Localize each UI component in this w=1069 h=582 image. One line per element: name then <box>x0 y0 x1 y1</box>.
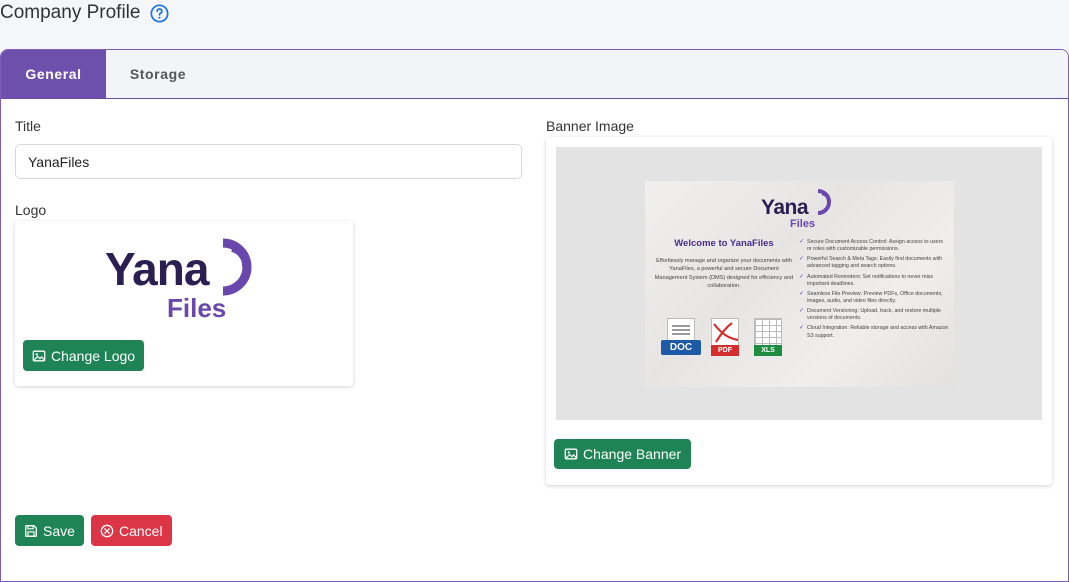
pdf-badge: PDF <box>711 345 739 356</box>
x-circle-icon <box>100 524 114 537</box>
feature-item: ✓ Cloud Integration: Reliable storage and… <box>799 325 949 339</box>
check-circle-icon: ✓ <box>799 290 805 297</box>
logo-label: Logo <box>15 202 47 218</box>
banner-intro: Effortlessly manage and organize your do… <box>654 258 794 290</box>
banner-card: Yana Files Welcome to YanaFiles Effortle… <box>546 137 1052 485</box>
check-circle-icon: ✓ <box>799 256 805 263</box>
check-circle-icon: ✓ <box>799 239 805 245</box>
save-label: Save <box>43 522 75 539</box>
check-circle-icon: ✓ <box>799 325 805 332</box>
xls-badge: XLS <box>754 345 782 356</box>
question-circle-icon[interactable] <box>150 3 169 23</box>
logo-card: Yana Files Change Logo <box>15 221 353 386</box>
banner-welcome: Welcome to YanaFiles <box>674 238 774 249</box>
banner-image: Yana Files Welcome to YanaFiles Effortle… <box>645 181 954 387</box>
banner-brand-sub: Files <box>790 218 816 230</box>
banner-label: Banner Image <box>546 118 634 134</box>
change-banner-label: Change Banner <box>583 446 682 462</box>
doc-file-icon: DOC <box>661 318 701 358</box>
banner-features: ✓ Secure Document Access Control: Assign … <box>799 239 949 340</box>
profile-panel: General Storage Title Logo Yana Files Ch… <box>0 49 1069 582</box>
logo-word: Yana <box>105 243 209 295</box>
floppy-disk-icon <box>25 524 37 537</box>
image-icon <box>564 448 578 460</box>
save-button[interactable]: Save <box>15 515 84 546</box>
change-banner-button[interactable]: Change Banner <box>554 439 692 469</box>
pdf-file-icon: PDF <box>708 318 742 358</box>
feature-item: ✓ Secure Document Access Control: Assign … <box>799 239 944 253</box>
title-input[interactable] <box>15 144 522 179</box>
company-logo: Yana Files <box>105 233 275 323</box>
change-logo-label: Change Logo <box>51 347 136 364</box>
banner-preview: Yana Files Welcome to YanaFiles Effortle… <box>556 147 1042 420</box>
tab-bar: General Storage <box>1 50 1068 99</box>
feature-item: ✓ Powerful Search & Meta Tags: Easily fin… <box>799 256 943 270</box>
check-circle-icon: ✓ <box>799 273 805 280</box>
feature-item: ✓ Document Versioning: Upload, track, and… <box>799 308 941 322</box>
banner-brand-word: Yana <box>761 196 809 219</box>
tab-storage[interactable]: Storage <box>106 50 210 98</box>
page-title: Company Profile <box>0 2 141 23</box>
change-logo-button[interactable]: Change Logo <box>23 340 145 371</box>
image-icon <box>32 350 46 361</box>
cancel-button[interactable]: Cancel <box>91 515 172 546</box>
check-circle-icon: ✓ <box>799 308 805 315</box>
tab-general[interactable]: General <box>1 50 106 98</box>
xls-file-icon: XLS <box>751 318 785 358</box>
title-label: Title <box>15 118 41 134</box>
logo-sub: Files <box>167 293 227 323</box>
feature-item: ✓ Seamless File Preview: Preview PDFs, Of… <box>799 290 943 304</box>
cancel-label: Cancel <box>119 522 163 539</box>
feature-item: ✓ Automated Reminders: Set notifications … <box>799 273 934 287</box>
page-header: Company Profile <box>0 0 169 26</box>
doc-badge: DOC <box>661 340 701 355</box>
